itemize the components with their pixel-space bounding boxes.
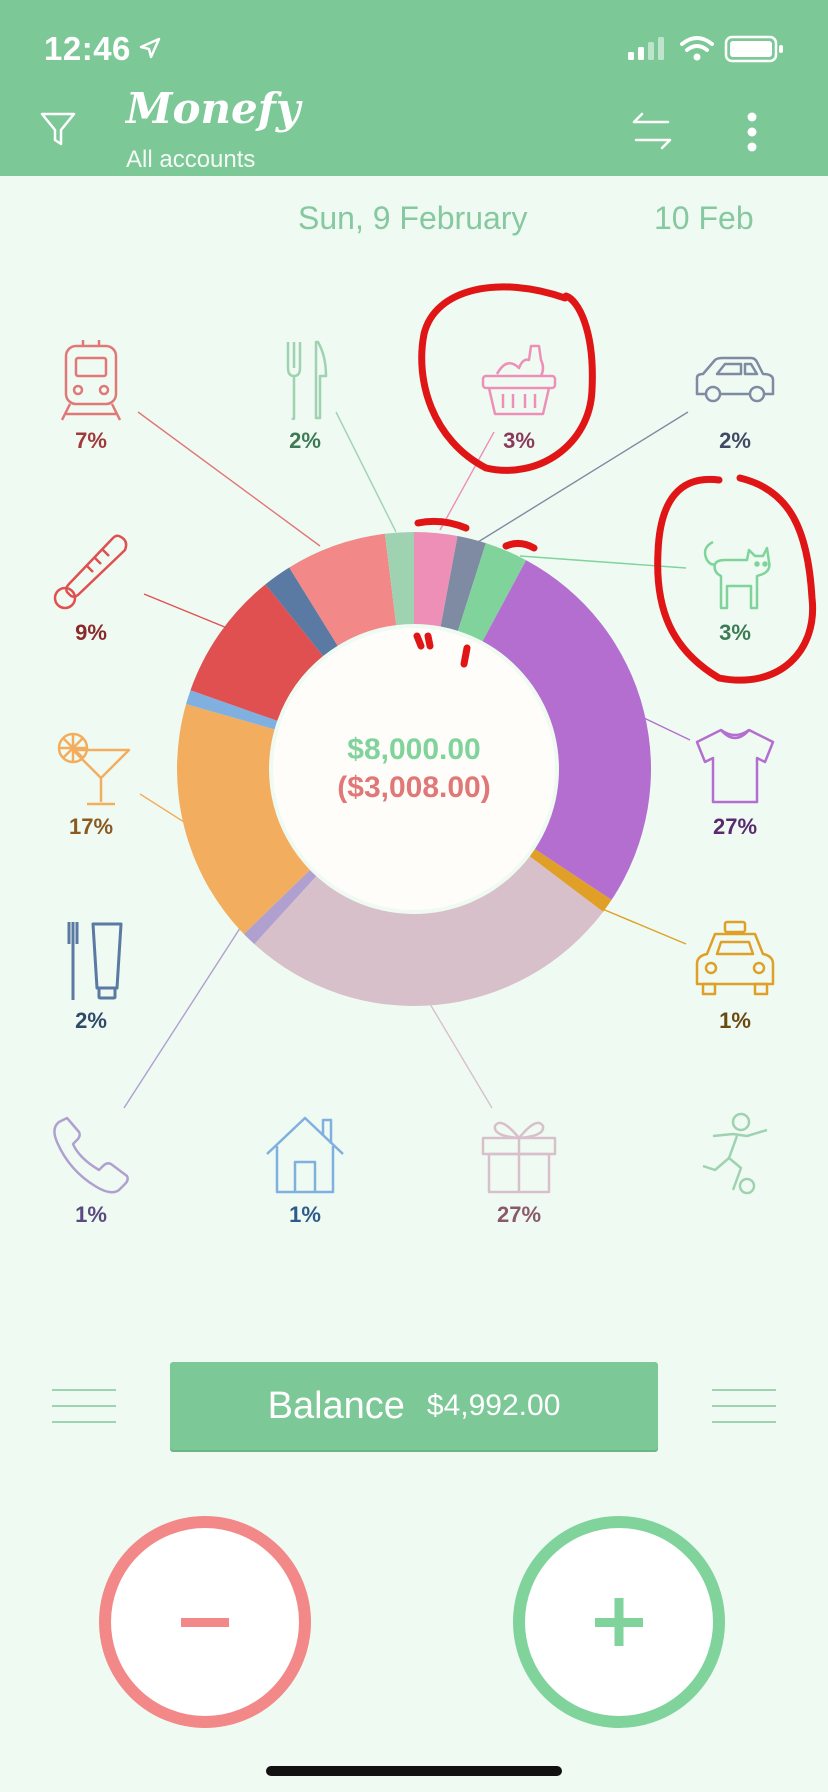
phone-icon — [36, 1112, 146, 1196]
minus-icon — [181, 1618, 229, 1627]
category-transport[interactable]: 7% — [36, 338, 146, 454]
category-sports[interactable] — [680, 1112, 790, 1202]
right-menu-icon[interactable] — [712, 1388, 776, 1429]
income-total: $8,000.00 — [347, 733, 481, 766]
donut-center — [273, 628, 555, 910]
red-annotation-mark — [413, 632, 425, 650]
category-percent: 27% — [712, 814, 758, 839]
category-percent: 1% — [289, 1202, 321, 1227]
red-annotation-mark — [460, 644, 471, 668]
category-eating-out[interactable]: 2% — [250, 338, 360, 454]
left-menu-icon[interactable] — [52, 1388, 116, 1429]
balance-label: Balance — [267, 1384, 405, 1427]
gift-icon — [464, 1112, 574, 1196]
leader-line — [429, 1003, 493, 1109]
balance-amount: $4,992.00 — [426, 1389, 561, 1422]
cat-icon — [680, 530, 790, 614]
category-food[interactable]: 3% — [464, 338, 574, 454]
category-percent: 7% — [75, 428, 107, 453]
category-car[interactable]: 2% — [680, 338, 790, 454]
category-pets[interactable]: 3% — [680, 530, 790, 646]
category-percent: 1% — [719, 1008, 751, 1033]
category-percent: 2% — [289, 428, 321, 453]
car-icon — [680, 338, 790, 422]
category-gifts[interactable]: 27% — [464, 1112, 574, 1228]
thermometer-icon — [36, 530, 146, 614]
red-annotation-mark — [502, 539, 538, 552]
add-expense-button[interactable] — [99, 1516, 311, 1728]
category-percent: 1% — [75, 1202, 107, 1227]
category-percent: 27% — [496, 1202, 542, 1227]
category-health[interactable]: 9% — [36, 530, 146, 646]
leader-line — [143, 593, 233, 631]
category-house[interactable]: 1% — [250, 1112, 360, 1228]
cocktail-icon — [36, 724, 146, 808]
category-percent: 3% — [503, 428, 535, 453]
leader-line — [139, 793, 185, 823]
category-entertainment[interactable]: 17% — [36, 724, 146, 840]
plus-icon — [595, 1598, 643, 1646]
fork-knife-icon — [250, 338, 360, 422]
category-communications[interactable]: 1% — [36, 1112, 146, 1228]
category-percent: 3% — [719, 620, 751, 645]
expense-donut-chart[interactable] — [0, 0, 828, 1792]
category-clothes[interactable]: 27% — [680, 724, 790, 840]
category-percent: 9% — [75, 620, 107, 645]
house-icon — [250, 1112, 360, 1196]
red-annotation-mark — [424, 632, 434, 650]
taxi-icon — [680, 918, 790, 1002]
category-toiletry[interactable]: 2% — [36, 918, 146, 1034]
category-percent: 2% — [719, 428, 751, 453]
balance-button[interactable]: Balance $4,992.00 — [170, 1362, 658, 1450]
tshirt-icon — [680, 724, 790, 808]
toothbrush-icon — [36, 918, 146, 1002]
expense-total: ($3,008.00) — [337, 771, 491, 804]
train-icon — [36, 338, 146, 422]
category-taxi[interactable]: 1% — [680, 918, 790, 1034]
category-percent: 2% — [75, 1008, 107, 1033]
leader-line — [599, 907, 687, 945]
basket-icon — [464, 338, 574, 422]
home-indicator — [266, 1766, 562, 1776]
soccer-player-icon — [680, 1112, 790, 1196]
add-income-button[interactable] — [513, 1516, 725, 1728]
category-percent: 17% — [68, 814, 114, 839]
